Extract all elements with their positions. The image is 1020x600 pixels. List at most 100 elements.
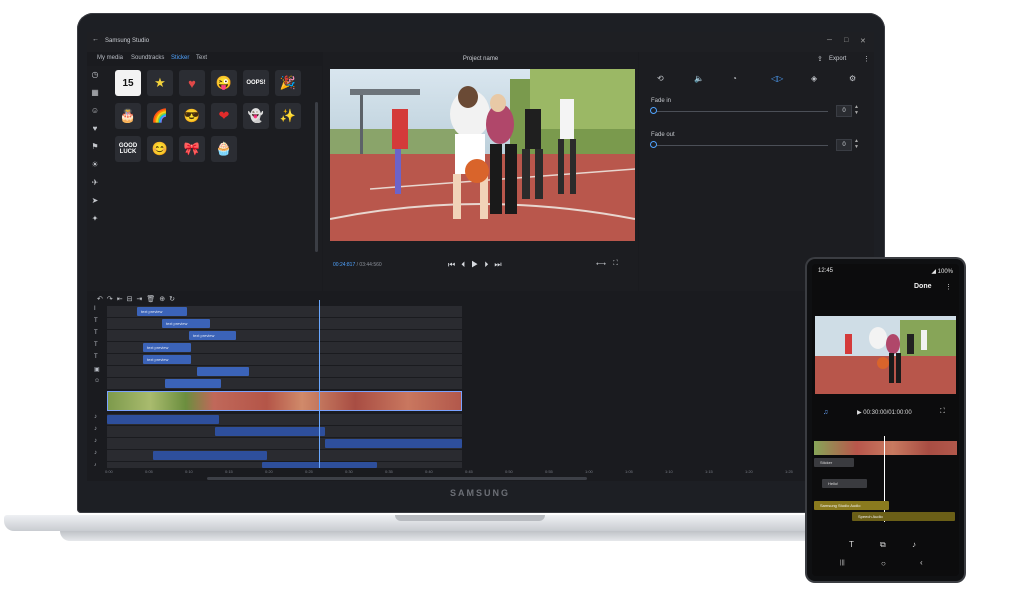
step-forward-icon[interactable]: ⏵	[484, 260, 494, 269]
fullscreen-icon[interactable]: ⛶	[613, 260, 618, 268]
fade-in-value[interactable]: 0	[836, 105, 852, 117]
phone-audio-clip[interactable]: Samsung Studio Audio	[814, 501, 889, 510]
audio-clip[interactable]	[215, 427, 325, 436]
party-icon[interactable]: ✦	[90, 214, 100, 224]
fade-in-stepper-icon[interactable]: ▲ ▼	[854, 104, 859, 116]
phone-audio-tool-icon[interactable]: ♪	[912, 540, 916, 549]
refresh-icon[interactable]: ↻	[169, 296, 179, 303]
party-popper-sticker[interactable]: 🎉	[275, 70, 301, 96]
audio-clip[interactable]	[153, 451, 267, 460]
audio-clip[interactable]	[107, 415, 219, 424]
text-clip[interactable]: text preview	[143, 343, 191, 352]
phone-video-strip[interactable]	[814, 441, 957, 455]
cake-sticker[interactable]: 🎂	[115, 103, 141, 129]
color-icon[interactable]: ◈	[811, 74, 817, 83]
rainbow-sticker[interactable]: 🌈	[147, 103, 173, 129]
fade-in-knob[interactable]	[650, 107, 657, 114]
property-tools: ⟲ 🔈 ◔ ◁▷ ◈ ⚙	[649, 74, 864, 86]
oops-text-sticker[interactable]: OOPS!	[243, 70, 269, 96]
done-button[interactable]: Done	[914, 283, 932, 290]
calendar-icon[interactable]: ▦	[90, 88, 100, 98]
phone-more-icon[interactable]: ⋮	[945, 283, 952, 291]
fade-out-slider[interactable]	[653, 145, 828, 146]
tab-my-media[interactable]: My media	[97, 55, 123, 61]
phone-text-clip[interactable]: Hello!	[822, 479, 867, 488]
text-clip[interactable]: text preview	[137, 307, 187, 316]
phone-fullscreen-icon[interactable]: ⛶	[940, 408, 945, 416]
red-heart-sticker[interactable]: ❤	[211, 103, 237, 129]
add-icon[interactable]: ⊕	[159, 296, 169, 303]
sticker-clip[interactable]	[165, 379, 221, 388]
timeline-scrollbar[interactable]	[207, 477, 587, 480]
heart-face-sticker[interactable]: ♥	[179, 70, 205, 96]
phone-back-icon[interactable]: ‹	[920, 558, 923, 567]
sparkle-sticker[interactable]: ✨	[275, 103, 301, 129]
trim-end-icon[interactable]: ⇥	[137, 296, 147, 303]
calendar-15-sticker[interactable]: 15	[115, 70, 141, 96]
ribbon-sticker[interactable]: 🎀	[179, 136, 205, 162]
redo-icon[interactable]: ↷	[107, 296, 117, 303]
sun-icon[interactable]: ☀	[90, 160, 100, 170]
phone-home-icon[interactable]: ○	[881, 559, 886, 568]
playhead[interactable]	[319, 300, 320, 468]
settings-icon[interactable]: ⚙	[849, 74, 856, 83]
tab-soundtracks[interactable]: Soundtracks	[131, 55, 164, 61]
fade-icon[interactable]: ◁▷	[771, 74, 783, 83]
fit-screen-icon[interactable]: ⟷	[596, 260, 606, 268]
good-luck-text-sticker[interactable]: GOOD LUCK	[115, 136, 141, 162]
fade-out-stepper-icon[interactable]: ▲ ▼	[854, 138, 859, 150]
back-arrow-icon[interactable]: ←	[92, 36, 99, 43]
more-options-icon[interactable]: ⋮	[863, 55, 870, 63]
wink-emoji-sticker[interactable]: 😜	[211, 70, 237, 96]
skip-start-icon[interactable]: ⏮	[448, 260, 461, 269]
phone-text-tool-icon[interactable]: T	[849, 540, 854, 549]
flag-icon[interactable]: ⚑	[90, 142, 100, 152]
text-clip[interactable]: text preview	[162, 319, 210, 328]
title-bar: ← Samsung Studio ─ □ ✕	[87, 32, 874, 52]
text-clip[interactable]: text preview	[143, 355, 191, 364]
fade-out-value[interactable]: 0	[836, 139, 852, 151]
phone-sticker-tool-icon[interactable]: ⧉	[880, 540, 886, 550]
tab-sticker[interactable]: Sticker	[171, 55, 189, 61]
phone-sticker-clip[interactable]: Sticker	[814, 458, 854, 467]
trim-start-icon[interactable]: ⇤	[117, 296, 127, 303]
clock-icon[interactable]: ◷	[90, 70, 100, 80]
sticker-scrollbar[interactable]	[315, 102, 318, 252]
sticker-clip[interactable]	[197, 367, 249, 376]
undo-icon[interactable]: ↶	[97, 296, 107, 303]
volume-icon[interactable]: 🔈	[694, 74, 704, 83]
text-clip[interactable]: text preview	[189, 331, 236, 340]
bird-icon[interactable]: ➤	[90, 196, 100, 206]
cupcake-sticker[interactable]: 🧁	[211, 136, 237, 162]
step-back-icon[interactable]: ⏴	[461, 260, 471, 269]
heart-icon[interactable]: ♥	[90, 124, 100, 134]
close-icon[interactable]: ✕	[860, 37, 866, 45]
fade-out-knob[interactable]	[650, 141, 657, 148]
split-icon[interactable]: ⊟	[127, 296, 137, 303]
rotate-icon[interactable]: ⟲	[657, 74, 664, 83]
maximize-icon[interactable]: □	[844, 37, 848, 44]
speed-icon[interactable]: ◔	[732, 74, 737, 83]
ruler-tick-label: 0:50	[505, 469, 513, 474]
ghost-sticker[interactable]: 👻	[243, 103, 269, 129]
smile-emoji-sticker[interactable]: 😊	[147, 136, 173, 162]
phone-speech-clip[interactable]: Speech Audio	[852, 512, 955, 521]
plane-icon[interactable]: ✈	[90, 178, 100, 188]
skip-end-icon[interactable]: ⏭	[494, 260, 507, 269]
phone-recent-apps-icon[interactable]: |||	[840, 560, 845, 566]
audio-clip[interactable]	[325, 439, 462, 448]
phone-video-preview[interactable]	[815, 316, 956, 394]
phone-audio-icon[interactable]: ♫	[823, 409, 828, 416]
video-preview[interactable]	[330, 69, 635, 241]
video-clip[interactable]	[107, 391, 462, 411]
smiley-icon[interactable]: ☺	[90, 106, 100, 116]
star-sticker[interactable]: ★	[147, 70, 173, 96]
sunglasses-emoji-sticker[interactable]: 😎	[179, 103, 205, 129]
minimize-icon[interactable]: ─	[827, 37, 832, 44]
export-button[interactable]: Export	[829, 56, 846, 62]
delete-icon[interactable]: 🗑	[146, 296, 159, 303]
play-icon[interactable]: ▶	[471, 260, 484, 269]
tab-text[interactable]: Text	[196, 55, 207, 61]
fade-in-slider[interactable]	[653, 111, 828, 112]
laptop-brand: SAMSUNG	[449, 488, 510, 498]
